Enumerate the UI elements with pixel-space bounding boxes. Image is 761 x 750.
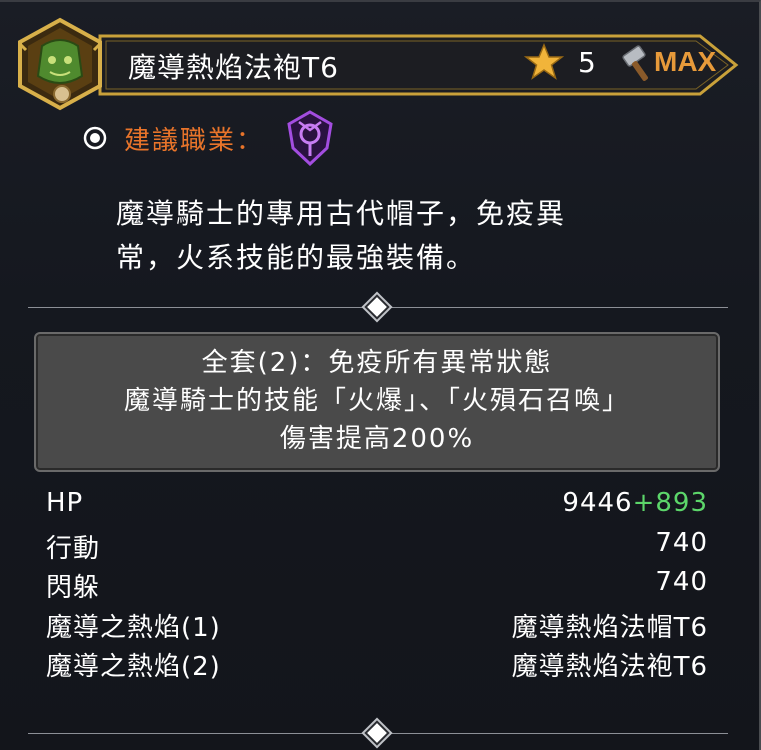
- set-bonus-line: 傷害提高200%: [279, 424, 475, 454]
- stats-list: HP 9446+893 行動 740 閃躲 740 魔導之熱焰(1) 魔導熱焰法…: [46, 488, 708, 686]
- stat-base-value: 9446: [562, 488, 633, 518]
- diamond-ornament-icon: [364, 720, 390, 746]
- section-divider: [28, 720, 728, 746]
- stat-row: HP 9446+893: [46, 488, 708, 528]
- stat-bonus-value: +893: [632, 488, 708, 518]
- star-count: 5: [578, 46, 596, 79]
- description-line: 常，火系技能的最強裝備。: [116, 241, 477, 274]
- recommended-class-label: 建議職業：: [124, 126, 265, 156]
- stat-row: 魔導之熱焰(2) 魔導熱焰法袍T6: [46, 646, 708, 686]
- stat-row: 閃躲 740: [46, 567, 708, 607]
- stat-row: 行動 740: [46, 528, 708, 568]
- set-bonus-line: 全套(2)：免疫所有異常狀態: [201, 348, 553, 378]
- item-title: 魔導熱焰法袍T6: [128, 51, 339, 84]
- stat-name: 魔導之熱焰(2): [46, 652, 221, 682]
- stat-value: 740: [655, 567, 708, 597]
- stat-name: HP: [46, 488, 84, 518]
- stat-value: 740: [655, 527, 708, 558]
- green-robe-item-icon[interactable]: [12, 16, 108, 112]
- set-bonus-box: 全套(2)：免疫所有異常狀態 魔導騎士的技能「火爆」、「火殞石召喚」 傷害提高2…: [34, 332, 720, 472]
- diamond-ornament-icon: [364, 294, 390, 320]
- enhance-max-label: MAX: [654, 46, 717, 77]
- item-description: 魔導騎士的專用古代帽子，免疫異 常，火系技能的最強裝備。: [116, 192, 636, 280]
- star-icon: [524, 43, 564, 80]
- stat-name: 魔導之熱焰(1): [46, 612, 221, 643]
- stat-value: 魔導熱焰法袍T6: [511, 652, 708, 682]
- stat-row: 魔導之熱焰(1) 魔導熱焰法帽T6: [46, 607, 708, 647]
- section-divider: [28, 294, 728, 320]
- magic-knight-class-icon[interactable]: [285, 110, 335, 166]
- stat-name: 閃躲: [46, 573, 101, 603]
- item-tooltip-panel: 魔導熱焰法袍T6 5 MAX 建議職業： 魔導騎士的專用古代帽子，免疫異 常，火…: [0, 0, 761, 750]
- description-line: 魔導騎士的專用古代帽子，免疫異: [116, 197, 567, 230]
- stat-name: 行動: [46, 533, 101, 564]
- set-bonus-line: 魔導騎士的技能「火爆」、「火殞石召喚」: [123, 386, 630, 416]
- stat-value: 魔導熱焰法帽T6: [511, 612, 708, 643]
- radio-bullet-icon: [83, 126, 107, 150]
- stat-value: 9446+893: [562, 488, 708, 518]
